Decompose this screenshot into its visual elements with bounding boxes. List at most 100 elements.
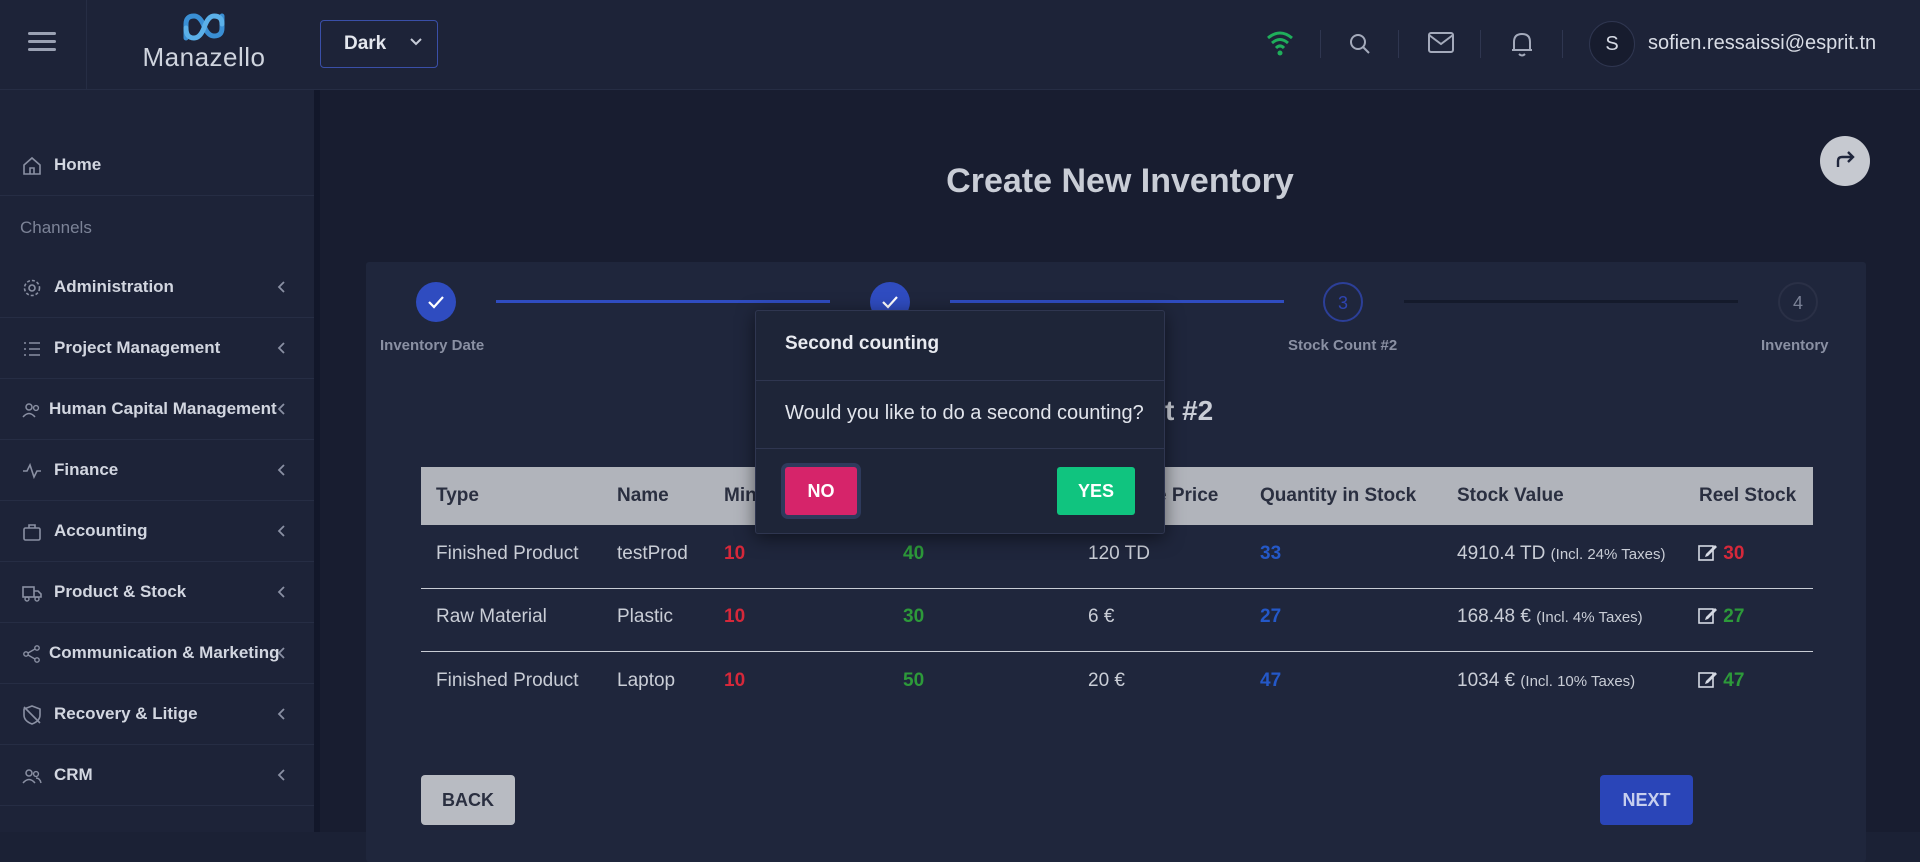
reel-stock-value: 47 <box>1723 670 1745 691</box>
chevron-left-icon <box>277 525 285 537</box>
cell-type: Finished Product <box>436 543 579 564</box>
cell-stock-value: 168.48 € (Incl. 4% Taxes) <box>1457 606 1643 628</box>
shield-off-icon <box>23 705 41 725</box>
edit-icon[interactable] <box>1698 670 1718 688</box>
sidebar-item-accounting[interactable]: Accounting <box>0 502 314 562</box>
cell-reel[interactable]: 30 <box>1698 543 1744 565</box>
sidebar-item-finance[interactable]: Finance <box>0 441 314 501</box>
chevron-left-icon <box>277 647 285 659</box>
check-icon <box>428 296 444 309</box>
chevron-left-icon <box>277 342 285 354</box>
logo-mark-icon <box>183 13 225 41</box>
dialog-message: Would you like to do a second counting? <box>785 402 1144 424</box>
cell-qty: 33 <box>1260 543 1282 564</box>
divider <box>756 380 1164 381</box>
bell-icon[interactable] <box>1510 30 1534 58</box>
reel-stock-value: 27 <box>1723 606 1745 627</box>
briefcase-icon <box>23 524 41 541</box>
sidebar-item-label: Accounting <box>54 521 148 540</box>
no-button[interactable]: NO <box>785 467 857 515</box>
home-icon <box>23 156 41 175</box>
menu-icon[interactable] <box>28 32 56 54</box>
share-icon <box>23 645 40 663</box>
confirm-dialog: Second counting Would you like to do a s… <box>755 310 1165 534</box>
cell-stock-value: 4910.4 TD (Incl. 24% Taxes) <box>1457 543 1665 565</box>
app-name: Manazello <box>142 42 266 72</box>
step-1-circle[interactable] <box>416 282 456 322</box>
cell-max: 30 <box>903 606 925 627</box>
sidebar-item-recovery-litige[interactable]: Recovery & Litige <box>0 685 314 745</box>
step-connector <box>950 300 1284 303</box>
stock-value: 4910.4 TD <box>1457 543 1546 564</box>
edit-icon[interactable] <box>1698 606 1718 624</box>
column-header: Quantity in Stock <box>1260 485 1417 506</box>
step-connector <box>496 300 830 303</box>
sidebar-item-label: Home <box>54 155 102 174</box>
cell-reel[interactable]: 47 <box>1698 670 1744 692</box>
cell-qty: 27 <box>1260 606 1282 627</box>
step-4-circle[interactable]: 4 <box>1778 282 1818 322</box>
cell-type: Raw Material <box>436 606 547 627</box>
redo-button[interactable] <box>1820 136 1870 186</box>
cell-name: Laptop <box>617 670 676 691</box>
activity-icon <box>23 462 41 480</box>
sidebar-item-project-management[interactable]: Project Management <box>0 319 314 379</box>
sidebar-item-label: Product & Stock <box>54 582 187 601</box>
sidebar-item-communication-marketing[interactable]: Communication & Marketing <box>0 624 314 684</box>
divider <box>1398 30 1399 58</box>
sidebar-item-label: Project Management <box>54 338 221 357</box>
chevron-left-icon <box>277 586 285 598</box>
column-header: Name <box>617 485 669 506</box>
divider <box>86 0 87 90</box>
redo-icon <box>1836 151 1855 167</box>
chevron-left-icon <box>277 403 285 415</box>
stock-value: 1034 € <box>1457 670 1516 691</box>
sidebar-item-administration[interactable]: Administration <box>0 258 314 318</box>
cell-max: 40 <box>903 543 925 564</box>
tax-note: (Incl. 4% Taxes) <box>1536 609 1643 626</box>
avatar[interactable]: S <box>1589 21 1635 67</box>
cell-qty: 47 <box>1260 670 1282 691</box>
back-button[interactable]: BACK <box>421 775 515 825</box>
step-3-label: Stock Count #2 <box>1288 337 1398 354</box>
tax-note: (Incl. 24% Taxes) <box>1550 546 1666 563</box>
app-logo[interactable]: Manazello <box>136 12 272 76</box>
page-title: Create New Inventory <box>946 162 1294 200</box>
theme-select-value: Dark <box>344 33 387 54</box>
sidebar-item-human-capital-management[interactable]: Human Capital Management <box>0 380 314 440</box>
sidebar-item-label: Administration <box>54 277 174 296</box>
wifi-icon[interactable] <box>1266 26 1294 60</box>
divider <box>756 448 1164 449</box>
dialog-title: Second counting <box>785 333 940 354</box>
cell-type: Finished Product <box>436 670 579 691</box>
table-row: Raw Material Plastic 10 30 6 € 27 168.48… <box>421 588 1813 651</box>
sidebar-item-home[interactable]: Home <box>0 136 314 196</box>
theme-select[interactable]: Dark <box>320 20 438 68</box>
divider <box>1480 30 1481 58</box>
sidebar-item-product-stock[interactable]: Product & Stock <box>0 563 314 623</box>
mail-icon[interactable] <box>1428 32 1454 54</box>
sidebar-section-channels: Channels <box>20 218 92 237</box>
chevron-left-icon <box>277 769 285 781</box>
cell-reel[interactable]: 27 <box>1698 606 1744 628</box>
step-3-circle[interactable]: 3 <box>1323 282 1363 322</box>
column-header: Reel Stock <box>1699 485 1797 506</box>
search-icon[interactable] <box>1348 32 1372 56</box>
chevron-left-icon <box>277 708 285 720</box>
edit-icon[interactable] <box>1698 543 1718 561</box>
sidebar-item-crm[interactable]: CRM <box>0 746 314 806</box>
divider <box>1320 30 1321 58</box>
cell-stock-value: 1034 € (Incl. 10% Taxes) <box>1457 670 1635 692</box>
user-email[interactable]: sofien.ressaissi@esprit.tn <box>1648 32 1876 55</box>
list-icon <box>24 342 40 356</box>
users-icon <box>22 403 40 418</box>
column-header: Stock Value <box>1457 485 1564 506</box>
yes-button[interactable]: YES <box>1057 467 1135 515</box>
gear-icon <box>23 279 41 297</box>
top-bar: Manazello Dark S sofien.ressaissi@esprit… <box>0 0 1920 90</box>
next-button[interactable]: NEXT <box>1600 775 1693 825</box>
step-1-label: Inventory Date <box>380 337 485 354</box>
tax-note: (Incl. 10% Taxes) <box>1520 673 1636 690</box>
column-header: e Price <box>1156 485 1219 506</box>
cell-min: 10 <box>724 543 746 564</box>
